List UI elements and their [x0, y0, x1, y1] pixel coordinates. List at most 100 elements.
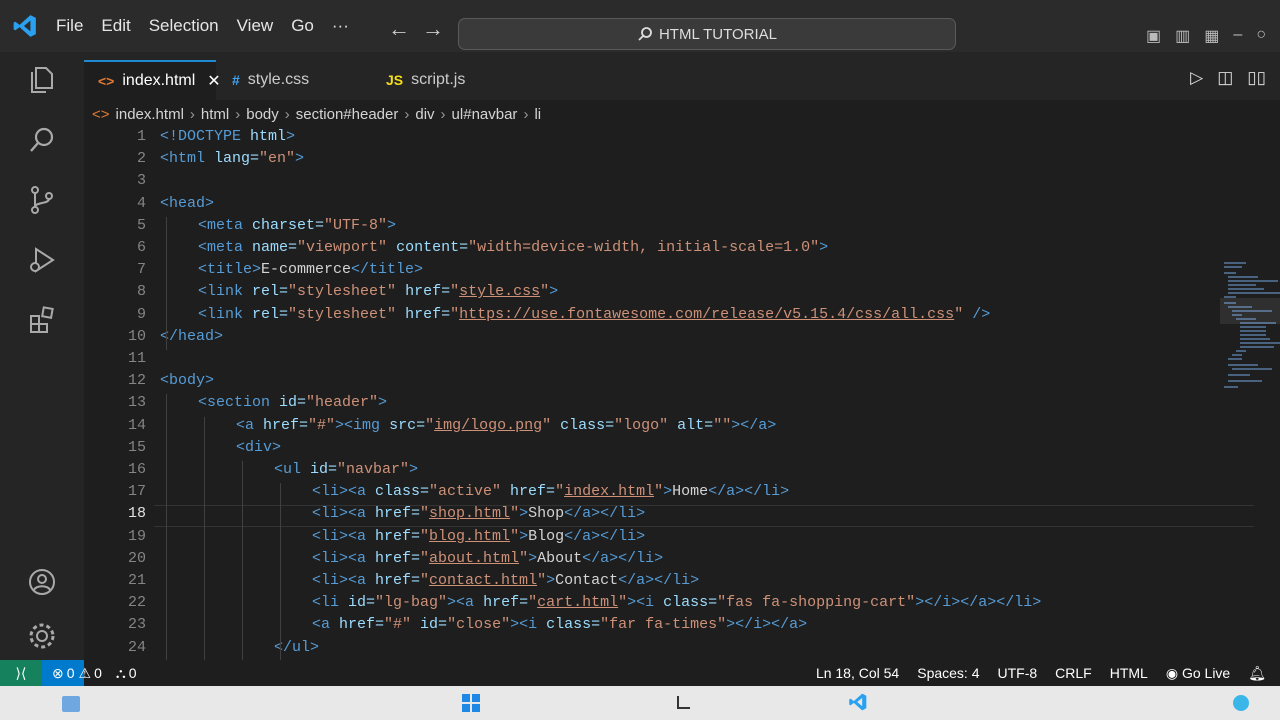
- code-line[interactable]: 12 <body>: [84, 372, 1280, 394]
- code-line[interactable]: 2 <html lang="en">: [84, 150, 1280, 172]
- code-text: </head>: [160, 328, 223, 345]
- extensions-icon[interactable]: [26, 304, 58, 336]
- menu-edit[interactable]: Edit: [101, 16, 130, 36]
- source-control-icon[interactable]: [26, 184, 58, 216]
- taskbar-app-icon[interactable]: [676, 696, 690, 710]
- code-token: ": [542, 416, 561, 434]
- code-text: <div>: [236, 439, 281, 456]
- code-line[interactable]: 16 <ul id="navbar">: [84, 461, 1280, 483]
- code-token: <li: [312, 594, 349, 612]
- code-line[interactable]: 7 <title>E-commerce</title>: [84, 261, 1280, 283]
- code-token: href=: [510, 483, 556, 501]
- breadcrumb-item[interactable]: div: [415, 106, 434, 123]
- code-line[interactable]: 5 <meta charset="UTF-8">: [84, 217, 1280, 239]
- warning-icon[interactable]: ⚠: [79, 665, 92, 682]
- code-line[interactable]: 24 </ul>: [84, 639, 1280, 660]
- split-editor-icon[interactable]: ▯▯: [1247, 68, 1266, 88]
- minimize-icon[interactable]: –: [1233, 26, 1242, 46]
- code-line[interactable]: 11: [84, 350, 1280, 372]
- menu-file[interactable]: File: [56, 16, 83, 36]
- breadcrumb-item[interactable]: index.html: [116, 106, 184, 123]
- run-debug-icon[interactable]: [26, 244, 58, 276]
- line-number: 9: [136, 305, 146, 323]
- encoding[interactable]: UTF-8: [998, 665, 1038, 681]
- breadcrumb-item[interactable]: body: [246, 106, 279, 123]
- code-line[interactable]: 10 </head>: [84, 328, 1280, 350]
- menu-view[interactable]: View: [237, 16, 274, 36]
- status-bar-left: ⟩⟨ ⊗ 0 ⚠ 0 ⛬ 0: [0, 660, 137, 686]
- back-arrow-icon[interactable]: ←: [388, 16, 410, 42]
- breadcrumb-item[interactable]: ul#navbar: [452, 106, 518, 123]
- code-line[interactable]: 22 <li id="lg-bag"><a href="cart.html"><i…: [84, 594, 1280, 616]
- edge-browser-icon[interactable]: [1232, 694, 1250, 712]
- code-token: >: [295, 150, 305, 168]
- code-token: class=: [546, 616, 601, 634]
- vscode-logo-icon[interactable]: [12, 13, 38, 39]
- remote-indicator-icon[interactable]: ⟩⟨: [0, 660, 42, 686]
- code-token: >: [286, 128, 296, 145]
- code-line[interactable]: 13 <section id="header">: [84, 394, 1280, 416]
- language-mode[interactable]: HTML: [1110, 665, 1148, 681]
- code-line[interactable]: 20 <li><a href="about.html">About</a></li…: [84, 550, 1280, 572]
- explorer-icon[interactable]: [26, 64, 58, 96]
- indentation[interactable]: Spaces: 4: [917, 665, 979, 681]
- code-token: Contact: [555, 572, 619, 589]
- css-file-icon: #: [232, 72, 240, 88]
- go-live-button[interactable]: ◉ Go Live: [1166, 665, 1230, 682]
- account-icon[interactable]: [26, 566, 58, 598]
- code-token: </a></li>: [564, 527, 646, 545]
- ports-icon[interactable]: ⛬: [116, 665, 126, 682]
- code-editor[interactable]: 1 <!DOCTYPE html> 2 <html lang="en"> 3 4 <head…: [84, 128, 1280, 660]
- code-line[interactable]: 14 <a href="#"><img src="img/logo.png" cl…: [84, 417, 1280, 439]
- code-line[interactable]: 6 <meta name="viewport" content="width=de…: [84, 239, 1280, 261]
- code-line[interactable]: 23 <a href="#" id="close"><i class="far f…: [84, 616, 1280, 638]
- tab-style-css[interactable]: # style.css: [218, 60, 368, 100]
- code-line[interactable]: 1 <!DOCTYPE html>: [84, 128, 1280, 150]
- breadcrumb-item[interactable]: li: [534, 106, 541, 123]
- html-file-icon: <>: [92, 105, 110, 123]
- windows-start-icon[interactable]: [462, 694, 480, 712]
- vscode-taskbar-icon[interactable]: [848, 692, 868, 712]
- code-token: ": [654, 483, 664, 501]
- indent-guide: [280, 483, 281, 660]
- menu-selection[interactable]: Selection: [149, 16, 219, 36]
- code-line[interactable]: 3: [84, 172, 1280, 194]
- end-of-line[interactable]: CRLF: [1055, 665, 1092, 681]
- layout-icon[interactable]: ▦: [1204, 26, 1219, 46]
- notifications-bell-icon[interactable]: 🔔︎: [1248, 665, 1266, 682]
- breadcrumb-item[interactable]: html: [201, 106, 229, 123]
- menu-go[interactable]: Go: [291, 16, 314, 36]
- toggle-panel-icon[interactable]: ▣: [1146, 26, 1161, 46]
- menu-more[interactable]: ···: [332, 16, 349, 36]
- open-preview-icon[interactable]: ◫: [1217, 68, 1233, 88]
- restore-icon[interactable]: ○: [1256, 26, 1266, 46]
- widgets-icon[interactable]: [62, 696, 80, 712]
- cursor-position[interactable]: Ln 18, Col 54: [816, 665, 899, 681]
- code-token: https://use.fontawesome.com/release/v5.1…: [459, 305, 955, 323]
- settings-gear-icon[interactable]: [26, 620, 58, 652]
- code-line[interactable]: 8 <link rel="stylesheet" href="style.css"…: [84, 283, 1280, 305]
- run-icon[interactable]: ▷: [1190, 68, 1203, 88]
- minimap[interactable]: [1220, 258, 1280, 398]
- tab-index-html[interactable]: <> index.html ✕: [84, 60, 221, 100]
- code-line[interactable]: 18 <li><a href="shop.html">Shop</a></li>: [84, 505, 1280, 527]
- code-token: "viewport": [297, 239, 397, 256]
- breadcrumb-item[interactable]: section#header: [296, 106, 399, 123]
- code-line[interactable]: 4 <head>: [84, 195, 1280, 217]
- search-sidebar-icon[interactable]: [26, 124, 58, 156]
- code-line[interactable]: 19 <li><a href="blog.html">Blog</a></li>: [84, 528, 1280, 550]
- warning-count: 0: [94, 665, 102, 681]
- code-line[interactable]: 17 <li><a class="active" href="index.html…: [84, 483, 1280, 505]
- code-line[interactable]: 21 <li><a href="contact.html">Contact</a>…: [84, 572, 1280, 594]
- code-token: >: [378, 394, 388, 412]
- forward-arrow-icon[interactable]: →: [422, 16, 444, 42]
- tab-script-js[interactable]: JS script.js: [372, 60, 518, 100]
- html-file-icon: <>: [98, 73, 115, 89]
- error-icon[interactable]: ⊗: [52, 665, 64, 682]
- code-line[interactable]: 15 <div>: [84, 439, 1280, 461]
- toggle-sidebar-icon[interactable]: ▥: [1175, 26, 1190, 46]
- line-number: 3: [136, 172, 146, 190]
- code-line[interactable]: 9 <link rel="stylesheet" href="https://us…: [84, 306, 1280, 328]
- code-token: >: [519, 505, 529, 523]
- command-center-search[interactable]: HTML TUTORIAL: [458, 18, 956, 50]
